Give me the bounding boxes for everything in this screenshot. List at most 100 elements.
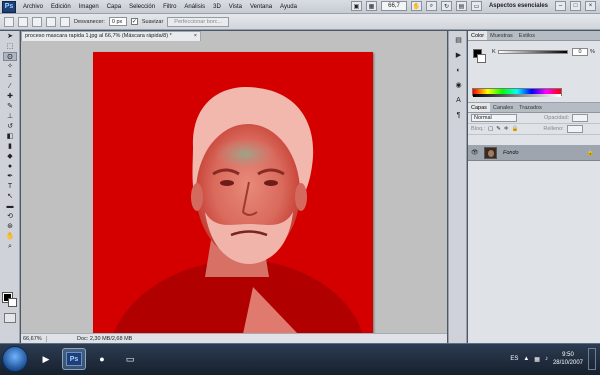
workspace-switcher[interactable]: Aspectos esenciales [486, 1, 551, 11]
tool-preset-icon[interactable] [4, 16, 14, 27]
k-channel-slider[interactable] [498, 50, 568, 54]
path-selection-tool-icon[interactable]: ↖ [3, 192, 17, 201]
menu-vista[interactable]: Vista [225, 4, 246, 10]
character-panel-icon[interactable]: A [452, 96, 465, 106]
firefox-icon[interactable]: ● [90, 348, 114, 370]
lock-transparency-icon[interactable]: ▢ [488, 126, 493, 132]
dodge-tool-icon[interactable]: ● [3, 162, 17, 171]
rotate-view-icon[interactable]: ↻ [440, 1, 452, 11]
magic-wand-tool-icon[interactable]: ✧ [3, 62, 17, 71]
blend-mode-select[interactable]: Normal [471, 114, 517, 122]
show-desktop-button[interactable] [588, 348, 596, 370]
screen-mode-icon[interactable]: ▭ [470, 1, 482, 11]
hand-tool-icon[interactable]: ✋ [410, 1, 422, 11]
language-indicator[interactable]: ES [510, 356, 518, 362]
right-panels: Color Muestras Estilos K 0 % Capas Canal… [468, 31, 600, 353]
brush-tool-icon[interactable]: ✎ [3, 102, 17, 111]
menu-seleccion[interactable]: Selección [125, 4, 159, 10]
zoom-tool-icon[interactable]: ⌕ [3, 242, 17, 251]
clone-stamp-tool-icon[interactable]: ⊥ [3, 112, 17, 121]
healing-brush-tool-icon[interactable]: ✚ [3, 92, 17, 101]
visibility-eye-icon[interactable]: 👁 [471, 150, 480, 156]
background-color-swatch[interactable] [8, 298, 17, 307]
close-icon[interactable]: × [585, 1, 596, 11]
actions-panel-icon[interactable]: ▶ [452, 51, 465, 61]
marquee-tool-icon[interactable]: ⬚ [3, 42, 17, 51]
lock-position-icon[interactable]: ✛ [504, 126, 509, 132]
menu-ventana[interactable]: Ventana [246, 4, 276, 10]
zoom-level-field[interactable]: 66,7 [380, 1, 407, 11]
blend-row: Normal Opacidad: [468, 113, 600, 124]
lasso-tool-icon[interactable]: ʘ [3, 52, 17, 61]
color-swatches[interactable] [2, 292, 17, 307]
gradient-tool-icon[interactable]: ▮ [3, 142, 17, 151]
menu-3d[interactable]: 3D [209, 4, 225, 10]
feather-input[interactable]: 0 px [108, 17, 127, 26]
clock[interactable]: 9:50 28/10/2007 [553, 351, 583, 367]
paragraph-panel-icon[interactable]: ¶ [452, 111, 465, 121]
start-button[interactable] [2, 346, 28, 372]
lock-all-icon[interactable]: 🔒 [512, 126, 519, 132]
move-tool-icon[interactable]: ➤ [3, 32, 17, 41]
hand-tool-icon[interactable]: ✋ [3, 232, 17, 241]
volume-icon[interactable]: ♪ [545, 356, 548, 362]
menu-filtro[interactable]: Filtro [159, 4, 180, 10]
bridge-icon[interactable]: ▣ [350, 1, 362, 11]
masks-panel-icon[interactable]: ◉ [452, 81, 465, 91]
menu-edicion[interactable]: Edición [47, 4, 75, 10]
adjustments-panel-icon[interactable]: ◐ [452, 66, 465, 76]
photoshop-taskbar-icon: Ps [66, 352, 82, 366]
layer-row[interactable]: 👁 Fondo 🔒 [468, 145, 600, 161]
taskbar: ▶ Ps ● ▭ ES ▲ ▦ ♪ 9:50 28/10/2007 [0, 343, 600, 375]
fill-input[interactable] [566, 125, 583, 133]
tab-styles[interactable]: Estilos [516, 31, 538, 40]
media-player-icon[interactable]: ▶ [34, 348, 58, 370]
crop-tool-icon[interactable]: ⌗ [3, 72, 17, 81]
image-canvas[interactable] [93, 52, 373, 334]
eyedropper-tool-icon[interactable]: ⁄ [3, 82, 17, 91]
menu-analisis[interactable]: Análisis [180, 4, 209, 10]
tray-arrow-icon[interactable]: ▲ [523, 356, 529, 362]
document-tab[interactable]: proceso mascara rapida 1.jpg al 66,7% (M… [21, 31, 201, 41]
k-channel-value[interactable]: 0 [572, 48, 588, 56]
network-icon[interactable]: ▦ [534, 356, 540, 363]
tab-paths[interactable]: Trazados [516, 103, 545, 112]
tab-color[interactable]: Color [468, 31, 488, 40]
minimize-icon[interactable]: – [555, 1, 566, 11]
quick-mask-icon[interactable] [4, 313, 16, 323]
tab-channels[interactable]: Canales [490, 103, 516, 112]
color-spectrum-bar[interactable] [472, 88, 562, 97]
new-selection-icon[interactable] [18, 16, 28, 27]
anti-alias-checkbox[interactable]: ✓ [130, 18, 138, 25]
tab-layers[interactable]: Capas [468, 103, 490, 112]
close-document-icon[interactable]: × [194, 32, 200, 41]
menu-ayuda[interactable]: Ayuda [276, 4, 301, 10]
eraser-tool-icon[interactable]: ◧ [3, 132, 17, 141]
color-panel-background[interactable] [477, 54, 486, 63]
menu-archivo[interactable]: Archivo [19, 4, 47, 10]
subtract-selection-icon[interactable] [46, 16, 56, 27]
maximize-icon[interactable]: □ [570, 1, 581, 11]
status-zoom[interactable]: 66,67% [21, 335, 47, 342]
add-selection-icon[interactable] [32, 16, 42, 27]
refine-edge-button[interactable]: Perfeccionar borc... [167, 16, 229, 27]
menu-imagen[interactable]: Imagen [75, 4, 103, 10]
intersect-selection-icon[interactable] [60, 16, 70, 27]
shape-tool-icon[interactable]: ▬ [3, 202, 17, 211]
opacity-input[interactable] [572, 114, 589, 122]
view-extras-icon[interactable]: ▦ [365, 1, 377, 11]
history-brush-tool-icon[interactable]: ↺ [3, 122, 17, 131]
type-tool-icon[interactable]: T [3, 182, 17, 191]
3d-rotate-tool-icon[interactable]: ⟲ [3, 212, 17, 221]
3d-orbit-tool-icon[interactable]: ⊛ [3, 222, 17, 231]
history-panel-icon[interactable]: ▤ [452, 36, 465, 46]
explorer-folder-icon[interactable]: ▭ [118, 348, 142, 370]
arrange-documents-icon[interactable]: ▤ [455, 1, 467, 11]
blur-tool-icon[interactable]: ◆ [3, 152, 17, 161]
tab-swatches[interactable]: Muestras [487, 31, 516, 40]
lock-pixels-icon[interactable]: ✎ [496, 126, 501, 132]
pen-tool-icon[interactable]: ✒ [3, 172, 17, 181]
menu-capa[interactable]: Capa [103, 4, 125, 10]
zoom-tool-icon[interactable]: ⌕ [425, 1, 437, 11]
taskbar-photoshop[interactable]: Ps [62, 348, 86, 370]
